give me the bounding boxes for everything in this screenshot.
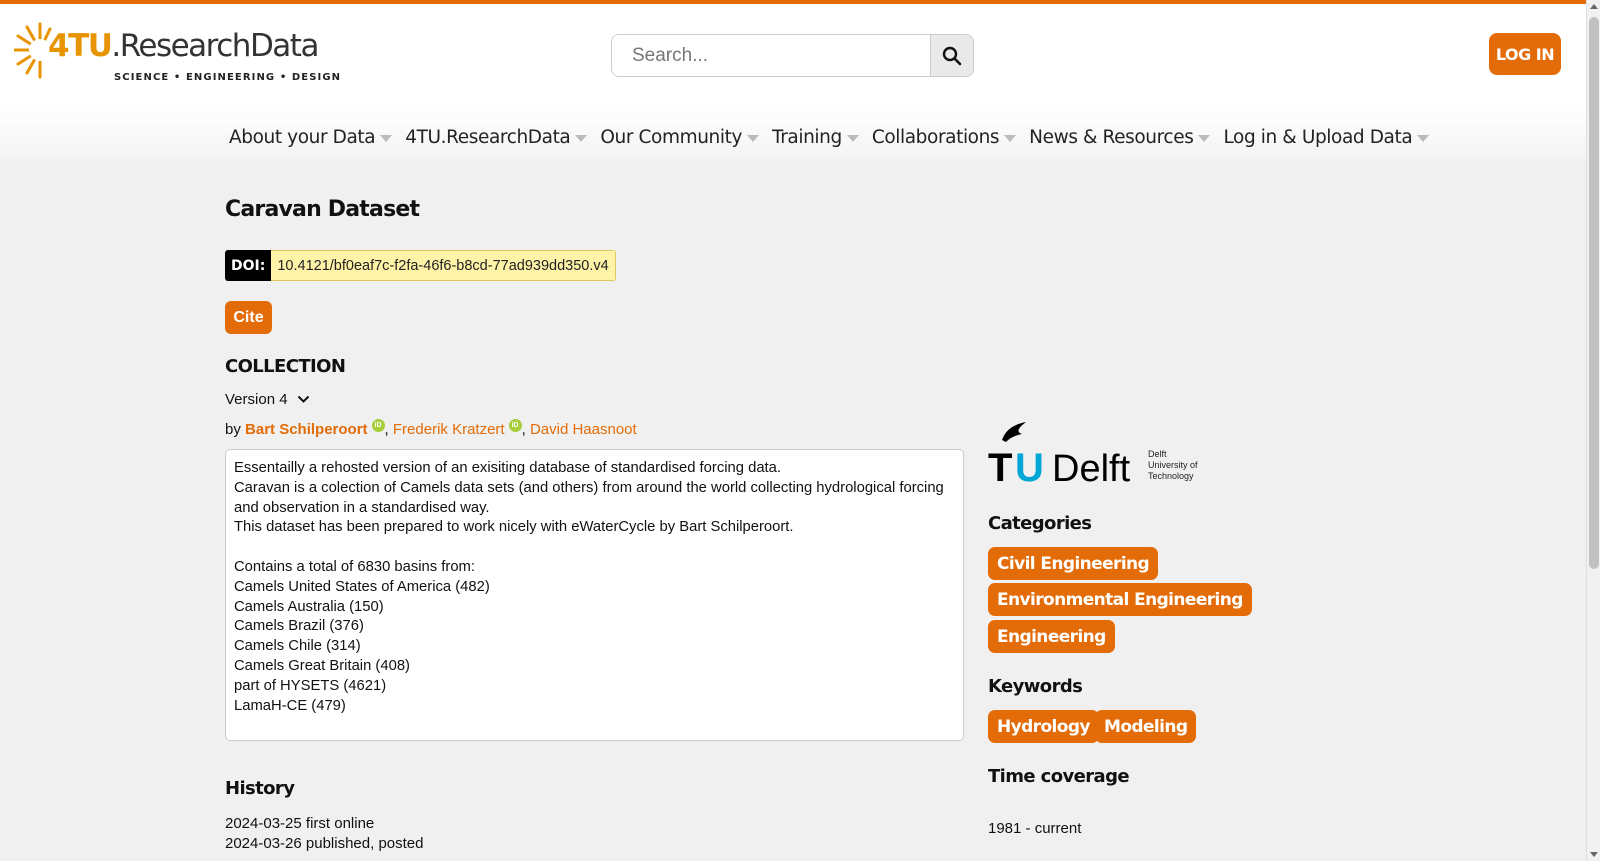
caret-down-icon [846, 134, 859, 142]
description-line [234, 538, 955, 558]
version-selector[interactable]: Version 4 [225, 391, 310, 408]
nav-about-your-data[interactable]: About your Data [229, 127, 393, 148]
main-nav: About your Data 4TU.ResearchData Our Com… [229, 122, 1442, 152]
time-coverage-heading: Time coverage [988, 766, 1130, 787]
logo-title: 4TU.ResearchData [48, 28, 319, 64]
category-tag[interactable]: Engineering [988, 620, 1115, 653]
time-coverage-value: 1981 - current [988, 820, 1082, 837]
categories-heading: Categories [988, 513, 1092, 534]
description-line: Contains a total of 6830 basins from: [234, 558, 475, 575]
caret-down-icon [1417, 134, 1430, 142]
author-link[interactable]: Bart Schilperoort [245, 421, 368, 438]
logo-t: T [988, 446, 1012, 490]
keyword-tag[interactable]: Hydrology [988, 710, 1099, 743]
caret-down-icon [1198, 134, 1211, 142]
site-header: 4TU.ResearchData SCIENCE • ENGINEERING •… [0, 4, 1586, 158]
description-line: Camels Brazil (376) [234, 618, 364, 635]
nav-login-upload[interactable]: Log in & Upload Data [1223, 127, 1430, 148]
version-label: Version 4 [225, 391, 288, 408]
logo-delft: Delft [1052, 448, 1131, 490]
scroll-up-arrow-icon[interactable] [1590, 4, 1598, 9]
logo-u: U [1015, 446, 1044, 490]
description-line: This dataset has been prepared to work n… [234, 519, 794, 536]
description-line: and observation in a standardised way. [234, 499, 490, 516]
doi-badge[interactable]: DOI: 10.4121/bf0eaf7c-f2fa-46f6-b8cd-77a… [225, 250, 616, 281]
description-line: Camels United States of America (482) [234, 578, 490, 595]
history-entry: 2024-03-26 published, posted [225, 834, 424, 852]
keywords-heading: Keywords [988, 676, 1083, 697]
description-line: Camels Australia (150) [234, 598, 384, 615]
flame-icon [1002, 422, 1026, 442]
logo-small-line: Technology [1148, 471, 1194, 481]
vertical-scrollbar[interactable] [1586, 0, 1600, 861]
logo-small-line: Delft [1148, 449, 1167, 459]
caret-down-icon [380, 134, 393, 142]
description-line: Camels Great Britain (408) [234, 657, 410, 674]
item-type-label: COLLECTION [225, 356, 346, 377]
orcid-icon[interactable]: iD [508, 419, 522, 432]
nav-our-community[interactable]: Our Community [600, 127, 760, 148]
scroll-thumb[interactable] [1589, 17, 1599, 569]
description-line: part of HYSETS (4621) [234, 677, 387, 694]
doi-value[interactable]: 10.4121/bf0eaf7c-f2fa-46f6-b8cd-77ad939d… [271, 250, 616, 281]
caret-down-icon [575, 134, 588, 142]
author-link[interactable]: David Haasnoot [530, 421, 637, 438]
description-line: Essentailly a rehosted version of an exi… [234, 460, 781, 476]
site-logo[interactable]: 4TU.ResearchData SCIENCE • ENGINEERING •… [14, 20, 340, 84]
author-list: by Bart Schilperoort iD, Frederik Kratzer… [225, 419, 637, 438]
dataset-description: Essentailly a rehosted version of an exi… [225, 449, 964, 741]
nav-collaborations[interactable]: Collaborations [872, 127, 1017, 148]
description-line: LamaH-CE (479) [234, 697, 346, 714]
history-list: 2024-03-25 first online 2024-03-26 publi… [225, 814, 424, 853]
keyword-tag[interactable]: Modeling [1095, 710, 1197, 743]
logo-small-line: University of [1148, 460, 1198, 470]
logo-tagline: SCIENCE • ENGINEERING • DESIGN [114, 72, 342, 83]
nav-news-resources[interactable]: News & Resources [1029, 127, 1211, 148]
description-line: Camels Chile (314) [234, 638, 361, 655]
author-link[interactable]: Frederik Kratzert [393, 421, 505, 438]
nav-4tu-researchdata[interactable]: 4TU.ResearchData [405, 127, 588, 148]
category-tag[interactable]: Civil Engineering [988, 547, 1159, 580]
doi-label: DOI: [225, 250, 272, 281]
search-input[interactable] [612, 35, 931, 76]
category-tag[interactable]: Environmental Engineering [988, 583, 1252, 616]
history-entry: 2024-03-25 first online [225, 815, 375, 832]
login-button[interactable]: LOG IN [1489, 33, 1561, 75]
search-icon [942, 46, 962, 65]
search-button[interactable] [930, 35, 973, 76]
chevron-down-icon [297, 395, 309, 403]
scroll-down-arrow-icon[interactable] [1590, 852, 1598, 857]
nav-training[interactable]: Training [772, 127, 859, 148]
search-box [611, 34, 974, 77]
orcid-icon[interactable]: iD [371, 419, 385, 432]
by-label: by [225, 421, 241, 438]
cite-button[interactable]: Cite [225, 301, 272, 334]
caret-down-icon [1004, 134, 1017, 142]
description-line: Caravan is a colection of Camels data se… [234, 479, 944, 496]
dataset-title: Caravan Dataset [225, 197, 420, 222]
caret-down-icon [747, 134, 760, 142]
history-heading: History [225, 778, 295, 799]
tu-delft-logo[interactable]: T U Delft Delft University of Technology [988, 420, 1218, 490]
